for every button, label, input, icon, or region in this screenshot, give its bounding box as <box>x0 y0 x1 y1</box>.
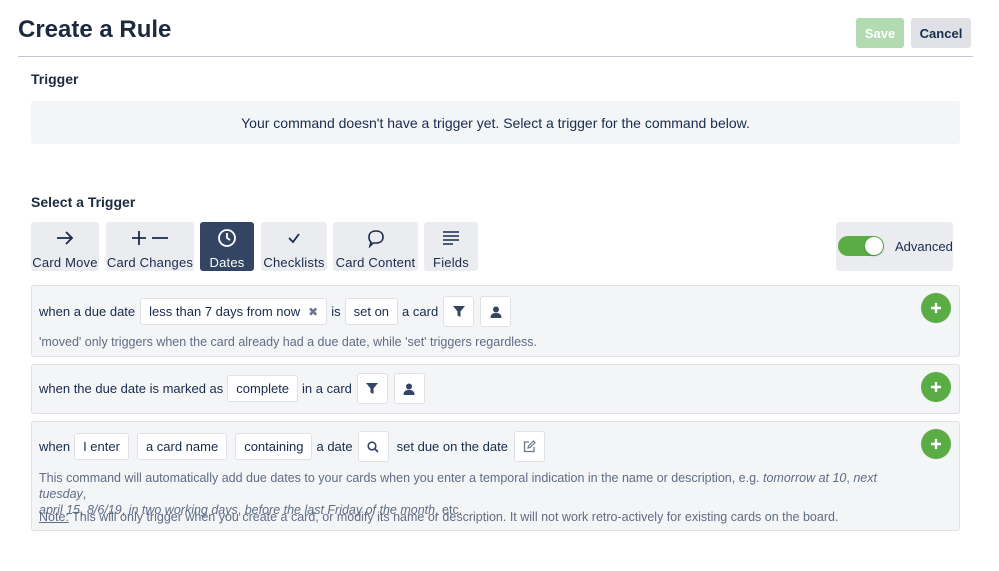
filter-icon <box>452 305 465 317</box>
trigger-card-due-complete: when the due date is marked as complete … <box>31 364 960 414</box>
save-button[interactable]: Save <box>856 18 904 48</box>
tab-label: Fields <box>433 255 469 270</box>
trigger-text: a card <box>402 304 439 319</box>
member-button[interactable] <box>480 296 512 327</box>
desc-text: This command will automatically add due … <box>39 471 763 485</box>
tab-card-content[interactable]: Card Content <box>333 222 418 271</box>
tab-label: Card Changes <box>106 255 194 270</box>
search-button[interactable] <box>357 431 389 462</box>
checkmark-icon <box>286 226 302 250</box>
trigger-card-set-due: when I enter a card name containing a da… <box>31 421 960 531</box>
completion-state-select[interactable]: complete <box>227 375 299 402</box>
trigger-card-due-date: when a due date less than 7 days from no… <box>31 285 960 357</box>
filter-icon <box>366 382 379 394</box>
trigger-note: Note: This will only trigger when you cr… <box>39 509 838 525</box>
cancel-button[interactable]: Cancel <box>911 18 971 48</box>
desc-text: , <box>82 487 87 501</box>
select-trigger-title: Select a Trigger <box>31 194 136 210</box>
trigger-text: when a due date <box>39 304 136 319</box>
arrow-right-icon <box>55 226 75 250</box>
add-trigger-button[interactable] <box>921 293 951 323</box>
tab-dates[interactable]: Dates <box>200 222 254 271</box>
trigger-sentence: when I enter a card name containing a da… <box>39 431 548 462</box>
add-trigger-button[interactable] <box>921 372 951 402</box>
plus-icon <box>931 382 941 392</box>
trigger-text: is <box>331 304 341 319</box>
advanced-toggle-panel: Advanced <box>836 222 953 271</box>
match-select[interactable]: containing <box>235 433 313 460</box>
trigger-note: 'moved' only triggers when the card alre… <box>39 335 538 349</box>
filter-button[interactable] <box>443 296 475 327</box>
tab-fields[interactable]: Fields <box>424 222 478 271</box>
trigger-text: set due on the date <box>396 439 508 454</box>
note-label: Note: <box>39 510 69 524</box>
trigger-empty-message: Your command doesn't have a trigger yet.… <box>31 101 960 144</box>
tab-card-changes[interactable]: Card Changes <box>106 222 194 271</box>
clock-icon <box>217 226 237 250</box>
trigger-text: when <box>39 439 71 454</box>
page-header: Create a Rule Save Cancel <box>18 0 973 57</box>
filter-button[interactable] <box>356 373 388 404</box>
plus-minus-icon <box>130 226 170 250</box>
tab-checklists[interactable]: Checklists <box>261 222 327 271</box>
plus-icon <box>931 439 941 449</box>
plus-icon <box>931 303 941 313</box>
lines-icon <box>442 226 460 250</box>
tab-label: Checklists <box>263 255 325 270</box>
edit-icon <box>523 440 536 453</box>
tab-label: Card Content <box>335 255 416 270</box>
person-icon <box>490 306 502 318</box>
trigger-text: in a card <box>302 381 352 396</box>
advanced-label: Advanced <box>895 239 953 254</box>
trigger-text: a date <box>316 439 353 454</box>
date-range-select[interactable]: less than 7 days from now ✖ <box>140 298 328 325</box>
trigger-section-title: Trigger <box>31 71 79 87</box>
person-icon <box>403 383 415 395</box>
advanced-toggle[interactable] <box>838 236 884 256</box>
field-select[interactable]: a card name <box>136 433 228 460</box>
date-range-value: less than 7 days from now <box>149 304 301 319</box>
member-button[interactable] <box>393 373 425 404</box>
add-trigger-button[interactable] <box>921 429 951 459</box>
actor-select[interactable]: I enter <box>74 433 129 460</box>
toggle-knob <box>865 237 883 255</box>
search-icon <box>367 440 379 453</box>
trigger-text: when the due date is marked as <box>39 381 224 396</box>
edit-button[interactable] <box>513 431 545 462</box>
clear-icon[interactable]: ✖ <box>308 305 318 319</box>
trigger-sentence: when a due date less than 7 days from no… <box>39 296 514 327</box>
tab-card-move[interactable]: Card Move <box>31 222 99 271</box>
desc-example: tomorrow at 10 <box>763 471 847 485</box>
trigger-sentence: when the due date is marked as complete … <box>39 373 428 404</box>
date-state-select[interactable]: set on <box>344 298 399 325</box>
note-text: This will only trigger when you create a… <box>68 510 839 524</box>
page-title: Create a Rule <box>18 16 172 43</box>
comment-icon <box>366 226 386 250</box>
tab-label: Card Move <box>32 255 98 270</box>
tab-label: Dates <box>209 255 245 270</box>
